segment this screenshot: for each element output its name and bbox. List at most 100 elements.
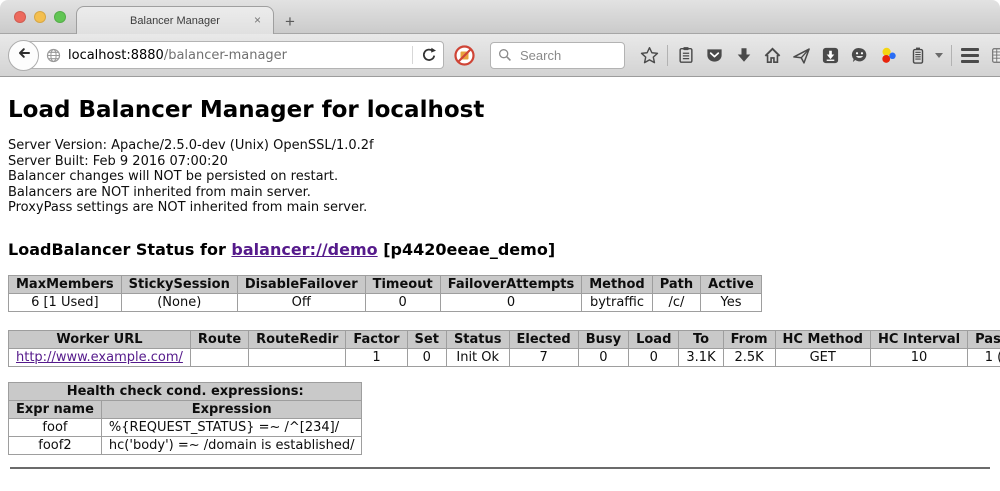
column-header: HC Interval: [870, 330, 967, 348]
toolbar-divider: [951, 45, 952, 66]
downloadhelper-extension-button[interactable]: [874, 40, 903, 70]
cell-expression: hc('body') =~ /domain is established/: [101, 436, 362, 454]
cell-hc-interval: 10: [870, 348, 967, 366]
zoom-window-button[interactable]: [54, 11, 66, 23]
column-header: From: [723, 330, 775, 348]
url-path: /balancer-manager: [164, 48, 287, 63]
column-header: DisableFailover: [237, 275, 365, 293]
cell-expr-name: foof2: [9, 436, 102, 454]
cell-expr-name: foof: [9, 418, 102, 436]
back-button[interactable]: [8, 40, 39, 71]
column-header: Worker URL: [9, 330, 191, 348]
cell-expression: %{REQUEST_STATUS} =~ /^[234]/: [101, 418, 362, 436]
column-header: Active: [701, 275, 762, 293]
balancer-demo-link[interactable]: balancer://demo: [231, 240, 377, 259]
hamburger-menu-icon: [961, 48, 979, 63]
url-bar[interactable]: localhost:8880/balancer-manager: [22, 41, 444, 69]
cell-route: [190, 348, 248, 366]
download-box-extension-icon: [821, 46, 840, 65]
cell-routeredir: [249, 348, 346, 366]
grid-extension-button[interactable]: [984, 40, 1000, 70]
toolbar-divider: [667, 45, 668, 66]
downloadhelper-balls-icon: [879, 46, 898, 65]
cell-timeout: 0: [365, 293, 440, 311]
column-header: RouteRedir: [249, 330, 346, 348]
site-identity-globe-icon[interactable]: [46, 48, 61, 63]
search-input[interactable]: [518, 47, 610, 64]
toolbar-buttons: [635, 40, 1000, 70]
column-header: Set: [407, 330, 446, 348]
bookmark-star-icon: [640, 46, 659, 65]
overflow-caret-icon: [935, 53, 943, 58]
table-row: http://www.example.com/ 1 0 Init Ok 7 0 …: [9, 348, 1000, 366]
balancer-settings-table: MaxMembers StickySession DisableFailover…: [8, 275, 762, 312]
footer-divider: [10, 467, 990, 469]
cell-maxmembers: 6 [1 Used]: [9, 293, 122, 311]
column-header: Elected: [509, 330, 578, 348]
column-header: HC Method: [775, 330, 870, 348]
send-plane-icon: [792, 46, 811, 65]
column-header: Timeout: [365, 275, 440, 293]
search-magnifier-icon: [498, 48, 512, 62]
new-tab-button[interactable]: +: [285, 13, 295, 30]
pocket-icon: [705, 46, 724, 65]
home-icon: [763, 46, 782, 65]
downloads-button[interactable]: [729, 40, 758, 70]
pocket-button[interactable]: [700, 40, 729, 70]
table-header-row: MaxMembers StickySession DisableFailover…: [9, 275, 762, 293]
server-built-line: Server Built: Feb 9 2016 07:00:20: [8, 154, 992, 170]
smiley-extension-button[interactable]: [845, 40, 874, 70]
close-window-button[interactable]: [14, 11, 26, 23]
table-header-row: Worker URL Route RouteRedir Factor Set S…: [9, 330, 1000, 348]
cell-failoverattempts: 0: [440, 293, 582, 311]
bookmarks-menu-button[interactable]: [671, 40, 700, 70]
column-header: Expression: [101, 400, 362, 418]
menu-button[interactable]: [955, 40, 984, 70]
cell-load: 0: [629, 348, 679, 366]
search-bar[interactable]: [490, 42, 625, 69]
status-heading-suffix: [p4420eeae_demo]: [378, 240, 556, 259]
overflow-caret-button[interactable]: [932, 40, 948, 70]
server-version-line: Server Version: Apache/2.5.0-dev (Unix) …: [8, 138, 992, 154]
tab-title: Balancer Manager: [130, 15, 220, 27]
cell-busy: 0: [578, 348, 628, 366]
cell-passes: 1 (0): [968, 348, 1000, 366]
column-header: FailoverAttempts: [440, 275, 582, 293]
cell-elected: 7: [509, 348, 578, 366]
column-header: Busy: [578, 330, 628, 348]
navigation-toolbar: localhost:8880/balancer-manager: [0, 34, 1000, 77]
worker-url-link[interactable]: http://www.example.com/: [16, 350, 183, 365]
send-share-button[interactable]: [787, 40, 816, 70]
minimize-window-button[interactable]: [34, 11, 46, 23]
cell-hc-method: GET: [775, 348, 870, 366]
battery-extension-icon: [909, 46, 927, 65]
worker-status-table: Worker URL Route RouteRedir Factor Set S…: [8, 330, 1000, 367]
column-header: Passes: [968, 330, 1000, 348]
tab-close-icon[interactable]: ×: [251, 14, 264, 27]
reload-button[interactable]: [421, 47, 437, 63]
column-header: Method: [582, 275, 652, 293]
cell-from: 2.5K: [723, 348, 775, 366]
table-header-row: Expr name Expression: [9, 400, 362, 418]
home-button[interactable]: [758, 40, 787, 70]
table-caption-row: Health check cond. expressions:: [9, 382, 362, 400]
urlbar-divider: [412, 46, 413, 64]
tab-balancer-manager[interactable]: Balancer Manager ×: [76, 6, 274, 34]
table-row: foof %{REQUEST_STATUS} =~ /^[234]/: [9, 418, 362, 436]
cell-stickysession: (None): [121, 293, 237, 311]
plugin-blocked-icon[interactable]: [454, 45, 475, 66]
battery-extension-button[interactable]: [903, 40, 932, 70]
inherit-note-line: Balancers are NOT inherited from main se…: [8, 185, 992, 201]
status-heading-prefix: LoadBalancer Status for: [8, 240, 231, 259]
column-header: Load: [629, 330, 679, 348]
column-header: MaxMembers: [9, 275, 122, 293]
smiley-extension-icon: [850, 46, 869, 65]
download-box-extension-button[interactable]: [816, 40, 845, 70]
bookmark-star-button[interactable]: [635, 40, 664, 70]
url-host: localhost:8880: [68, 48, 164, 63]
persist-note-line: Balancer changes will NOT be persisted o…: [8, 169, 992, 185]
bookmarks-clipboard-icon: [677, 46, 695, 64]
window-titlebar: Balancer Manager × +: [0, 0, 1000, 34]
downloads-arrow-icon: [735, 46, 753, 64]
hc-table-caption: Health check cond. expressions:: [9, 382, 362, 400]
